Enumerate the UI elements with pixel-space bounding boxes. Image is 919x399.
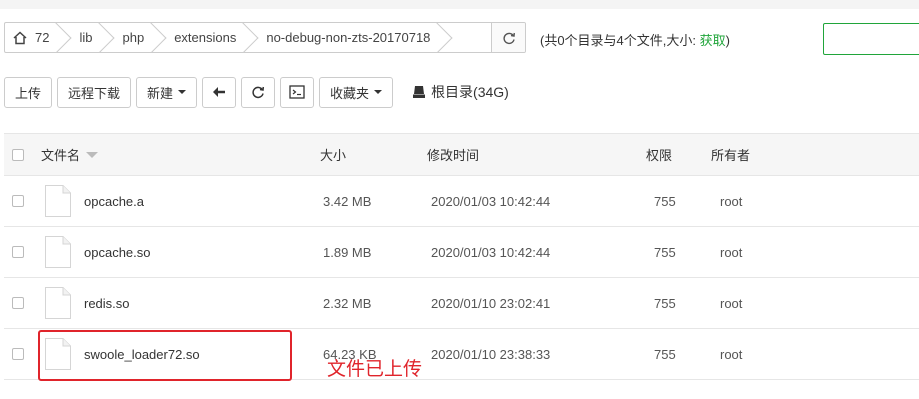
row-checkbox[interactable] [12, 227, 24, 277]
root-directory[interactable]: 根目录(34G) [412, 82, 509, 102]
path-bar: 72 lib php extensions no-debug-non-zts-2… [4, 22, 526, 53]
breadcrumb-item[interactable]: php [104, 23, 156, 52]
drive-icon [413, 86, 426, 98]
column-header-modified[interactable]: 修改时间 [427, 134, 479, 175]
search-input[interactable] [823, 23, 919, 55]
table-row[interactable]: opcache.a 3.42 MB 2020/01/03 10:42:44 75… [4, 176, 919, 227]
summary-text: (共0个目录与4个文件,大小: [540, 33, 700, 48]
file-permission[interactable]: 755 [654, 329, 676, 379]
breadcrumb-label: php [122, 30, 145, 45]
column-header-permission[interactable]: 权限 [646, 134, 672, 175]
table-header: 文件名 大小 修改时间 权限 所有者 [4, 134, 919, 176]
file-owner[interactable]: root [720, 278, 742, 328]
breadcrumb-item[interactable]: lib [61, 23, 104, 52]
breadcrumb-label: lib [79, 30, 93, 45]
file-size: 1.89 MB [323, 244, 372, 260]
column-modified-label: 修改时间 [427, 148, 480, 163]
column-permission-label: 权限 [646, 148, 673, 163]
row-checkbox[interactable] [12, 278, 24, 328]
select-all-checkbox[interactable] [12, 134, 24, 175]
refresh-button[interactable] [241, 76, 276, 108]
breadcrumb-item[interactable]: 72 [35, 23, 61, 52]
file-permission[interactable]: 755 [654, 278, 676, 328]
file-owner[interactable]: root [720, 227, 742, 277]
new-label: 新建 [147, 85, 174, 101]
file-icon [45, 176, 71, 226]
refresh-icon[interactable] [491, 23, 525, 52]
file-size: 2.32 MB [323, 295, 372, 311]
column-owner-label: 所有者 [711, 148, 751, 163]
upload-annotation: 文件已上传 [327, 358, 423, 380]
file-size: 3.42 MB [323, 193, 372, 209]
column-name-label: 文件名 [41, 148, 81, 163]
new-dropdown-button[interactable]: 新建 [136, 76, 198, 108]
column-header-owner[interactable]: 所有者 [711, 134, 750, 175]
file-name[interactable]: opcache.a [84, 176, 144, 226]
file-owner[interactable]: root [720, 176, 742, 226]
row-checkbox[interactable] [12, 176, 24, 226]
remote-download-label: 远程下载 [68, 85, 121, 101]
get-size-link[interactable]: 获取 [700, 33, 726, 48]
remote-download-button[interactable]: 远程下载 [57, 76, 132, 108]
terminal-icon [289, 85, 305, 99]
highlight-box [38, 330, 292, 381]
breadcrumb-label: 72 [35, 30, 50, 45]
table-row[interactable]: opcache.so 1.89 MB 2020/01/03 10:42:44 7… [4, 227, 919, 278]
top-strip [0, 0, 919, 9]
column-header-size[interactable]: 大小 [320, 134, 346, 175]
favorites-label: 收藏夹 [330, 85, 370, 101]
file-modified: 2020/01/10 23:38:33 [431, 346, 551, 362]
file-icon [45, 278, 71, 328]
file-owner[interactable]: root [720, 329, 742, 379]
row-checkbox[interactable] [12, 329, 24, 379]
breadcrumb-label: no-debug-non-zts-20170718 [266, 30, 431, 45]
upload-button[interactable]: 上传 [4, 76, 53, 108]
column-size-label: 大小 [320, 148, 347, 163]
favorites-dropdown-button[interactable]: 收藏夹 [319, 76, 394, 108]
root-directory-label: 根目录(34G) [431, 84, 509, 100]
back-button[interactable] [202, 76, 237, 108]
file-name[interactable]: redis.so [84, 278, 130, 328]
toolbar: 上传 远程下载 新建 收藏夹 根目录(34G) [4, 76, 509, 108]
summary-suffix: ) [725, 33, 730, 48]
refresh-icon [252, 86, 265, 99]
file-modified: 2020/01/10 23:02:41 [431, 295, 551, 311]
terminal-button[interactable] [280, 76, 315, 108]
file-modified: 2020/01/03 10:42:44 [431, 193, 551, 209]
file-icon [45, 227, 71, 277]
file-modified: 2020/01/03 10:42:44 [431, 244, 551, 260]
directory-summary: (共0个目录与4个文件,大小: 获取) [540, 30, 730, 49]
file-name[interactable]: opcache.so [84, 227, 151, 277]
column-header-name[interactable]: 文件名 [41, 134, 99, 175]
sort-caret-icon [86, 151, 99, 158]
upload-label: 上传 [15, 85, 42, 101]
breadcrumb-item[interactable]: extensions [156, 23, 248, 52]
chevron-down-icon [178, 90, 187, 94]
file-permission[interactable]: 755 [654, 227, 676, 277]
back-arrow-icon [213, 87, 226, 97]
breadcrumb-item[interactable]: no-debug-non-zts-20170718 [248, 23, 442, 52]
home-icon[interactable] [5, 23, 35, 52]
breadcrumb-label: extensions [174, 30, 237, 45]
table-row[interactable]: redis.so 2.32 MB 2020/01/10 23:02:41 755… [4, 278, 919, 329]
file-permission[interactable]: 755 [654, 176, 676, 226]
chevron-down-icon [374, 90, 383, 94]
